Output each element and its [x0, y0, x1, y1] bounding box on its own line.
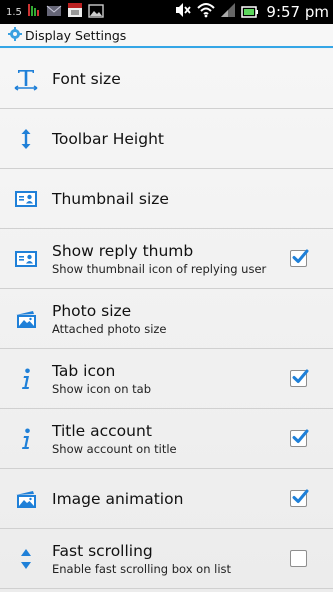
- setting-summary: Show icon on tab: [52, 382, 152, 396]
- up-down-arrows-icon: [14, 547, 38, 571]
- font-icon: [14, 67, 38, 91]
- setting-label: Tab icon: [52, 362, 116, 380]
- info-icon: [14, 427, 38, 451]
- setting-font-size[interactable]: Font size: [0, 49, 333, 109]
- image-icon: [14, 307, 38, 331]
- setting-title-account[interactable]: Title account Show account on title: [0, 409, 333, 469]
- setting-label: Title account: [52, 422, 152, 440]
- image-icon: [14, 487, 38, 511]
- mail-icon: [46, 3, 62, 22]
- signal-icon: [220, 2, 236, 22]
- fast-scrolling-checkbox[interactable]: [290, 550, 307, 567]
- settings-list[interactable]: Font size Toolbar Height Thumbnail size …: [0, 49, 333, 592]
- setting-image-animation[interactable]: Image animation: [0, 469, 333, 529]
- title-bar: Display Settings: [0, 24, 333, 48]
- setting-label: Fast scrolling: [52, 542, 153, 560]
- status-bar: 1.5 9:57 pm: [0, 0, 333, 24]
- setting-label: Font size: [52, 70, 121, 88]
- network-speed-text: 1.5: [6, 6, 22, 18]
- setting-summary: Show account on title: [52, 442, 177, 456]
- settings-app-icon: [8, 26, 22, 45]
- contact-card-icon: [14, 247, 38, 271]
- setting-label: Thumbnail size: [52, 190, 169, 208]
- setting-tab-icon[interactable]: Tab icon Show icon on tab: [0, 349, 333, 409]
- checkmark-icon: [292, 249, 309, 263]
- setting-photo-size[interactable]: Photo size Attached photo size: [0, 289, 333, 349]
- page-title: Display Settings: [25, 27, 127, 43]
- clock: 9:57 pm: [266, 3, 329, 21]
- calendar-icon: [67, 2, 83, 22]
- setting-summary: Show thumbnail icon of replying user: [52, 262, 267, 276]
- checkmark-icon: [292, 489, 309, 503]
- gallery-icon: [88, 3, 104, 22]
- setting-label: Photo size: [52, 302, 132, 320]
- wifi-icon: [197, 2, 216, 22]
- contact-card-icon: [14, 187, 38, 211]
- vertical-resize-icon: [14, 127, 38, 151]
- checkmark-icon: [292, 429, 309, 443]
- setting-show-reply-thumb[interactable]: Show reply thumb Show thumbnail icon of …: [0, 229, 333, 289]
- setting-summary: Attached photo size: [52, 322, 167, 336]
- show-reply-thumb-checkbox[interactable]: [290, 249, 309, 267]
- mute-icon: [174, 2, 192, 22]
- checkmark-icon: [292, 369, 309, 383]
- setting-thumbnail-size[interactable]: Thumbnail size: [0, 169, 333, 229]
- setting-summary: Enable fast scrolling box on list: [52, 562, 232, 576]
- info-icon: [14, 367, 38, 391]
- tab-icon-checkbox[interactable]: [290, 369, 309, 387]
- battery-icon: [241, 3, 259, 22]
- image-animation-checkbox[interactable]: [290, 489, 309, 507]
- title-account-checkbox[interactable]: [290, 429, 309, 447]
- setting-toolbar-height[interactable]: Toolbar Height: [0, 109, 333, 169]
- setting-label: Show reply thumb: [52, 242, 194, 260]
- battery-app-icon: [27, 2, 41, 22]
- setting-label: Image animation: [52, 490, 184, 508]
- setting-label: Toolbar Height: [52, 130, 164, 148]
- setting-fast-scrolling[interactable]: Fast scrolling Enable fast scrolling box…: [0, 529, 333, 589]
